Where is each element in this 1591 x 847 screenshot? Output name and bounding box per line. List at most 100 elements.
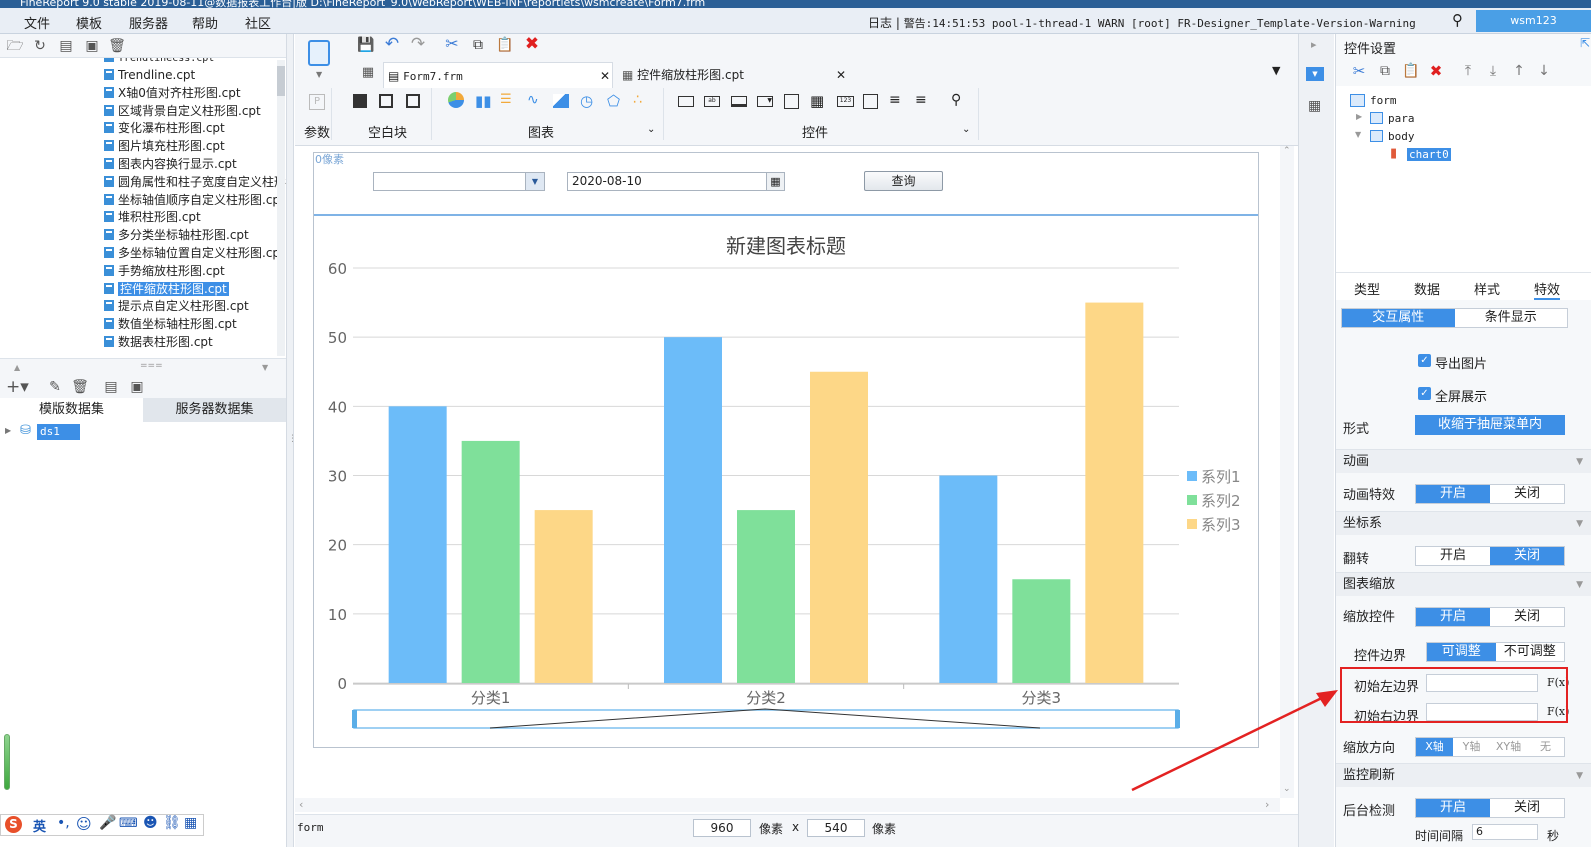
tab-data[interactable]: 数据 [1414, 279, 1440, 298]
user-badge[interactable]: wsm123 [1476, 10, 1591, 32]
tree-item[interactable]: 数据表柱形图.cpt [104, 334, 213, 351]
tree-node-chart0[interactable]: chart0 [1407, 148, 1451, 161]
subtab-condition[interactable]: 条件显示 [1455, 309, 1568, 327]
tab-chart-cpt[interactable]: ▦ 控件缩放柱形图.cpt ✕ [620, 62, 852, 88]
animation-off[interactable]: 关闭 [1490, 485, 1564, 503]
delete-icon[interactable]: 🗑 [108, 37, 126, 55]
tree-item[interactable]: 区域背景自定义柱形图.cpt [104, 103, 261, 120]
gauge-chart-icon[interactable]: ◷ [580, 92, 593, 110]
paste-icon[interactable]: 📋 [496, 36, 514, 54]
export-image-checkbox[interactable]: ✓ [1418, 354, 1431, 367]
tree-item[interactable]: 图表内容换行显示.cpt [104, 156, 237, 173]
tree-node-para[interactable]: para [1388, 112, 1415, 125]
fullscreen-checkbox[interactable]: ✓ [1418, 387, 1431, 400]
param-icon[interactable]: P [309, 94, 325, 110]
ime-lang-icon[interactable]: 英 [33, 816, 46, 835]
undo-icon[interactable]: ↶ [383, 35, 401, 53]
refresh-icon[interactable]: ↻ [31, 37, 49, 55]
cut-icon[interactable]: ✂ [1350, 62, 1368, 80]
tree-scroll-thumb[interactable] [277, 66, 285, 96]
section-animation[interactable]: 动画 ▼ [1336, 449, 1591, 473]
locate-icon[interactable]: ▣ [83, 37, 101, 55]
save-icon[interactable]: 💾 [357, 36, 375, 54]
backend-toggle[interactable]: 开启 关闭 [1415, 798, 1565, 818]
ctrl-border-toggle[interactable]: 可调整 不可调整 [1426, 642, 1565, 662]
collapse-up-icon[interactable]: ▲ [14, 363, 20, 372]
tree-item[interactable]: X轴0值对齐柱形图.cpt [104, 85, 241, 102]
preview-icon[interactable]: ▤ [102, 378, 120, 396]
menu-help[interactable]: 帮助 [192, 13, 218, 32]
expand-icon[interactable]: ▶ [1356, 112, 1362, 121]
adjustable-option[interactable]: 可调整 [1427, 643, 1496, 661]
zoom-ctrl-on[interactable]: 开启 [1416, 608, 1490, 626]
move-down-icon[interactable]: ↓ [1535, 62, 1553, 80]
flip-off[interactable]: 关闭 [1490, 547, 1564, 565]
widget-library-icon[interactable] [308, 40, 330, 66]
canvas-hscrollbar[interactable]: ‹ › [295, 798, 1280, 812]
server-dataset-icon[interactable]: ▣ [128, 378, 146, 396]
close-tab-icon[interactable]: ✕ [600, 63, 610, 89]
section-zoom[interactable]: 图表缩放 ▼ [1336, 572, 1591, 596]
properties-icon[interactable]: ▤ [57, 37, 75, 55]
tab-form7[interactable]: ▤ Form7.frm ✕ [383, 62, 613, 88]
log-label[interactable]: 日志 [868, 16, 892, 30]
tab-server-dataset[interactable]: 服务器数据集 [143, 398, 286, 422]
tree-item[interactable]: 堆积柱形图.cpt [104, 209, 201, 226]
tree-item[interactable]: 变化瀑布柱形图.cpt [104, 120, 225, 137]
number-widget-icon[interactable]: 123 [837, 96, 854, 107]
area-chart-icon[interactable] [553, 94, 569, 108]
zoom-ctrl-off[interactable]: 关闭 [1490, 608, 1564, 626]
emoji-icon[interactable]: ☺ [76, 815, 92, 833]
flip-on[interactable]: 开启 [1416, 547, 1490, 565]
bar-chart-icon[interactable]: ☰ [500, 92, 512, 107]
chart0[interactable]: 新建图表标题 0 10 20 30 40 50 60 分类1 分类2 分类3 系列1 系列2 系列3 [315, 218, 1257, 746]
component-lib-icon[interactable]: ▦ [1308, 98, 1321, 114]
tree-item[interactable]: 多分类坐标轴柱形图.cpt [104, 227, 249, 244]
section-axis[interactable]: 坐标系 ▼ [1336, 511, 1591, 535]
move-up-icon[interactable]: ↑ [1510, 62, 1528, 80]
search-icon[interactable]: ⚲ [1452, 11, 1463, 29]
delete-dataset-icon[interactable]: 🗑 [71, 378, 89, 396]
menu-template[interactable]: 模板 [76, 13, 102, 32]
interval-input[interactable]: 6 [1472, 824, 1538, 840]
copy-icon[interactable]: ⧉ [1376, 62, 1394, 80]
menu-file[interactable]: 文件 [24, 13, 50, 32]
skin-icon[interactable]: ⛓ [163, 815, 181, 831]
tab-type[interactable]: 类型 [1354, 279, 1380, 298]
column-chart-icon[interactable]: ▮▮ [475, 92, 492, 110]
grid-icon[interactable]: ▦ [359, 64, 377, 82]
chart-group-expand-icon[interactable]: ⌄ [647, 124, 655, 135]
punct-icon[interactable]: •, [57, 815, 70, 831]
tab-style[interactable]: 样式 [1474, 279, 1500, 298]
dir-x[interactable]: X轴 [1416, 738, 1453, 756]
collapse-right-icon[interactable]: ▸ [1311, 38, 1317, 51]
collapse-down-icon[interactable]: ▼ [262, 363, 268, 372]
tree-scrollbar[interactable] [277, 60, 285, 356]
copy-icon[interactable]: ⧉ [469, 36, 487, 54]
widget-settings-icon[interactable]: ▼ [1306, 67, 1324, 81]
tree-node-body[interactable]: body [1388, 130, 1415, 143]
mic-icon[interactable]: 🎤 [99, 815, 116, 831]
sogou-icon[interactable]: S [5, 816, 22, 833]
radio-group-icon[interactable]: ≡ [889, 92, 901, 108]
calendar-widget-icon[interactable]: ▦ [810, 92, 824, 110]
delete-widget-icon[interactable]: ✖ [523, 35, 541, 53]
tab-effects[interactable]: 特效 [1534, 279, 1561, 300]
tree-node-form[interactable]: form [1370, 94, 1397, 107]
panel-splitter[interactable]: ▲ === ▼ [0, 358, 286, 376]
blank-block-icon[interactable] [353, 94, 367, 108]
open-folder-icon[interactable]: 🗁 [6, 37, 24, 55]
backend-off[interactable]: 关闭 [1490, 799, 1564, 817]
menu-community[interactable]: 社区 [245, 13, 271, 32]
tree-item[interactable]: Trendlinecss.cpt [104, 58, 214, 66]
widget-group-expand-icon[interactable]: ⌄ [962, 124, 970, 135]
combo-widget-icon[interactable]: ▼ [757, 96, 773, 107]
expand-icon[interactable]: ▶ [5, 426, 11, 435]
dir-y[interactable]: Y轴 [1453, 738, 1490, 756]
cut-icon[interactable]: ✂ [443, 35, 461, 53]
flip-toggle[interactable]: 开启 关闭 [1415, 546, 1565, 566]
redo-icon[interactable]: ↷ [409, 35, 427, 53]
search-widget-icon[interactable]: ⚲ [951, 92, 961, 108]
tree-item[interactable]: 数值坐标轴柱形图.cpt [104, 316, 237, 333]
delete-icon[interactable]: ✖ [1427, 62, 1445, 80]
